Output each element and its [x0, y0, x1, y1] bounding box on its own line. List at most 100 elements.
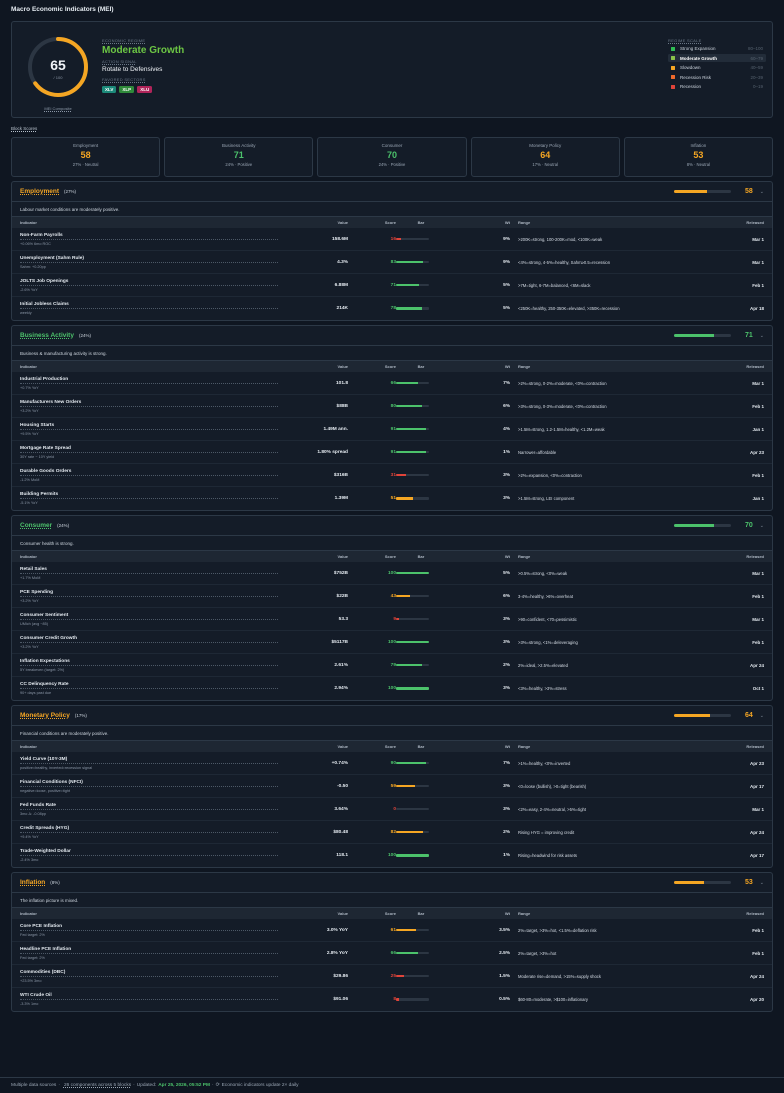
column-header-value[interactable]: Value: [278, 220, 348, 225]
indicator-name[interactable]: Non-Farm Payrolls: [20, 233, 278, 240]
table-row[interactable]: JOLTS Job Openings -2.6% YoY 6.88M 71 5% >7M=…: [12, 274, 772, 297]
column-header-wt[interactable]: Wt: [446, 364, 510, 369]
indicator-name[interactable]: Consumer Sentiment: [20, 613, 278, 620]
column-header-wt[interactable]: Wt: [446, 744, 510, 749]
table-row[interactable]: WTI Crude Oil -3.3% 1mo $91.06 8 0.5% $60-80=…: [12, 988, 772, 1011]
column-header-range[interactable]: Range: [510, 744, 680, 749]
table-row[interactable]: Trade-Weighted Dollar -2.4% 3mo 118.1 100 1%…: [12, 844, 772, 867]
block-score-card[interactable]: Employment 58 27% · Neutral: [11, 137, 161, 177]
chevron-down-icon[interactable]: ⌄: [760, 333, 764, 339]
column-header-released[interactable]: Released: [680, 364, 764, 369]
indicator-name[interactable]: Unemployment (Sahm Rule): [20, 256, 278, 263]
indicator-name[interactable]: Manufacturers New Orders: [20, 400, 278, 407]
sector-chip-xlv[interactable]: XLV: [102, 86, 117, 93]
indicator-name[interactable]: Headline PCE Inflation: [20, 947, 278, 954]
indicator-name[interactable]: CC Delinquency Rate: [20, 682, 278, 689]
block-header[interactable]: Consumer (24%) 70 ⌄: [12, 516, 772, 536]
column-header-released[interactable]: Released: [680, 554, 764, 559]
table-row[interactable]: Headline PCE Inflation Fed target: 2% 2.8%…: [12, 942, 772, 965]
column-header-indicator[interactable]: Indicator: [20, 911, 278, 916]
chevron-down-icon[interactable]: ⌄: [760, 713, 764, 719]
table-row[interactable]: Building Permits -5.1% YoY 1.39M 51 3% >1.5M=…: [12, 487, 772, 510]
block-header[interactable]: Business Activity (24%) 71 ⌄: [12, 326, 772, 346]
table-row[interactable]: Yield Curve (10Y-3M) positive=healthy, in…: [12, 752, 772, 775]
column-header-score[interactable]: Score: [348, 220, 396, 225]
column-header-bar[interactable]: Bar: [396, 220, 446, 225]
table-row[interactable]: CC Delinquency Rate 90+ days past due 2.94…: [12, 677, 772, 700]
indicator-name[interactable]: Trade-Weighted Dollar: [20, 849, 278, 856]
column-header-wt[interactable]: Wt: [446, 911, 510, 916]
column-header-range[interactable]: Range: [510, 364, 680, 369]
table-row[interactable]: Mortgage Rate Spread 30Y rate − 10Y yield…: [12, 441, 772, 464]
table-row[interactable]: Unemployment (Sahm Rule) Sahm: +0.20pp 4.3…: [12, 251, 772, 274]
column-header-bar[interactable]: Bar: [396, 554, 446, 559]
block-score-card[interactable]: Consumer 70 24% · Positive: [317, 137, 467, 177]
column-header-released[interactable]: Released: [680, 911, 764, 916]
footer-components[interactable]: 26 components across 5 blocks: [64, 1083, 131, 1088]
block-score-card[interactable]: Business Activity 71 24% · Positive: [164, 137, 314, 177]
table-row[interactable]: Durable Goods Orders -1.2% MoM $316B 31 3% >2…: [12, 464, 772, 487]
column-header-range[interactable]: Range: [510, 554, 680, 559]
table-row[interactable]: Commodities (DBC) +23.5% 3mo $29.86 25 1.5% M…: [12, 965, 772, 988]
indicator-name[interactable]: Housing Starts: [20, 423, 278, 430]
indicator-name[interactable]: Commodities (DBC): [20, 970, 278, 977]
block-header[interactable]: Monetary Policy (17%) 64 ⌄: [12, 706, 772, 726]
block-score-card[interactable]: Inflation 53 8% · Neutral: [623, 137, 774, 177]
column-header-indicator[interactable]: Indicator: [20, 554, 278, 559]
column-header-released[interactable]: Released: [680, 744, 764, 749]
sector-chip-xlp[interactable]: XLP: [119, 86, 135, 93]
column-header-bar[interactable]: Bar: [396, 744, 446, 749]
column-header-value[interactable]: Value: [278, 911, 348, 916]
indicator-name[interactable]: JOLTS Job Openings: [20, 279, 278, 286]
table-row[interactable]: Fed Funds Rate 3mo Δ: -0.08pp 3.64% 0 3% <2%=…: [12, 798, 772, 821]
indicator-name[interactable]: Financial Conditions (NFCI): [20, 780, 278, 787]
table-row[interactable]: Manufacturers New Orders +3.2% YoY $88B 80 6…: [12, 395, 772, 418]
column-header-bar[interactable]: Bar: [396, 911, 446, 916]
column-header-score[interactable]: Score: [348, 554, 396, 559]
indicator-name[interactable]: Fed Funds Rate: [20, 803, 278, 810]
column-header-released[interactable]: Released: [680, 220, 764, 225]
table-row[interactable]: Credit Spreads (HYG) +9.4% YoY $80.48 82 2% R…: [12, 821, 772, 844]
indicator-name[interactable]: Inflation Expectations: [20, 659, 278, 666]
block-score-card[interactable]: Monetary Policy 64 17% · Neutral: [470, 137, 620, 177]
table-row[interactable]: PCE Spending +3.2% YoY $22B 43 6% 3-4%=health…: [12, 585, 772, 608]
column-header-value[interactable]: Value: [278, 744, 348, 749]
column-header-wt[interactable]: Wt: [446, 220, 510, 225]
indicator-name[interactable]: Core PCE Inflation: [20, 924, 278, 931]
indicator-name[interactable]: Industrial Production: [20, 377, 278, 384]
column-header-value[interactable]: Value: [278, 554, 348, 559]
column-header-indicator[interactable]: Indicator: [20, 220, 278, 225]
indicator-name[interactable]: PCE Spending: [20, 590, 278, 597]
indicator-name[interactable]: Credit Spreads (HYG): [20, 826, 278, 833]
column-header-value[interactable]: Value: [278, 364, 348, 369]
column-header-score[interactable]: Score: [348, 744, 396, 749]
table-row[interactable]: Industrial Production +0.7% YoY 101.8 66 7% >…: [12, 372, 772, 395]
indicator-name[interactable]: Mortgage Rate Spread: [20, 446, 278, 453]
block-header[interactable]: Employment (27%) 58 ⌄: [12, 182, 772, 202]
indicator-name[interactable]: Building Permits: [20, 492, 278, 499]
table-row[interactable]: Inflation Expectations 5Y breakeven (targ…: [12, 654, 772, 677]
column-header-indicator[interactable]: Indicator: [20, 364, 278, 369]
column-header-score[interactable]: Score: [348, 911, 396, 916]
table-row[interactable]: Housing Starts +9.5% YoY 1.49M ann. 91 4% >1.…: [12, 418, 772, 441]
column-header-indicator[interactable]: Indicator: [20, 744, 278, 749]
chevron-down-icon[interactable]: ⌄: [760, 880, 764, 886]
column-header-range[interactable]: Range: [510, 911, 680, 916]
indicator-name[interactable]: Yield Curve (10Y-3M): [20, 757, 278, 764]
indicator-name[interactable]: Initial Jobless Claims: [20, 302, 278, 309]
table-row[interactable]: Initial Jobless Claims weekly 214K 78 5% <250…: [12, 297, 772, 320]
table-row[interactable]: Non-Farm Payrolls +0.06% 6mo ROC 158.6M 16 9…: [12, 228, 772, 251]
composite-label[interactable]: MEI Composite: [25, 106, 91, 111]
table-row[interactable]: Retail Sales +1.7% MoM $752B 100 5% >0.5%=str…: [12, 562, 772, 585]
column-header-bar[interactable]: Bar: [396, 364, 446, 369]
table-row[interactable]: Core PCE Inflation Fed target: 2% 3.0% YoY…: [12, 919, 772, 942]
column-header-wt[interactable]: Wt: [446, 554, 510, 559]
chevron-down-icon[interactable]: ⌄: [760, 523, 764, 529]
indicator-name[interactable]: Durable Goods Orders: [20, 469, 278, 476]
block-header[interactable]: Inflation (8%) 53 ⌄: [12, 873, 772, 893]
indicator-name[interactable]: WTI Crude Oil: [20, 993, 278, 1000]
chevron-down-icon[interactable]: ⌄: [760, 189, 764, 195]
indicator-name[interactable]: Retail Sales: [20, 567, 278, 574]
column-header-score[interactable]: Score: [348, 364, 396, 369]
indicator-name[interactable]: Consumer Credit Growth: [20, 636, 278, 643]
